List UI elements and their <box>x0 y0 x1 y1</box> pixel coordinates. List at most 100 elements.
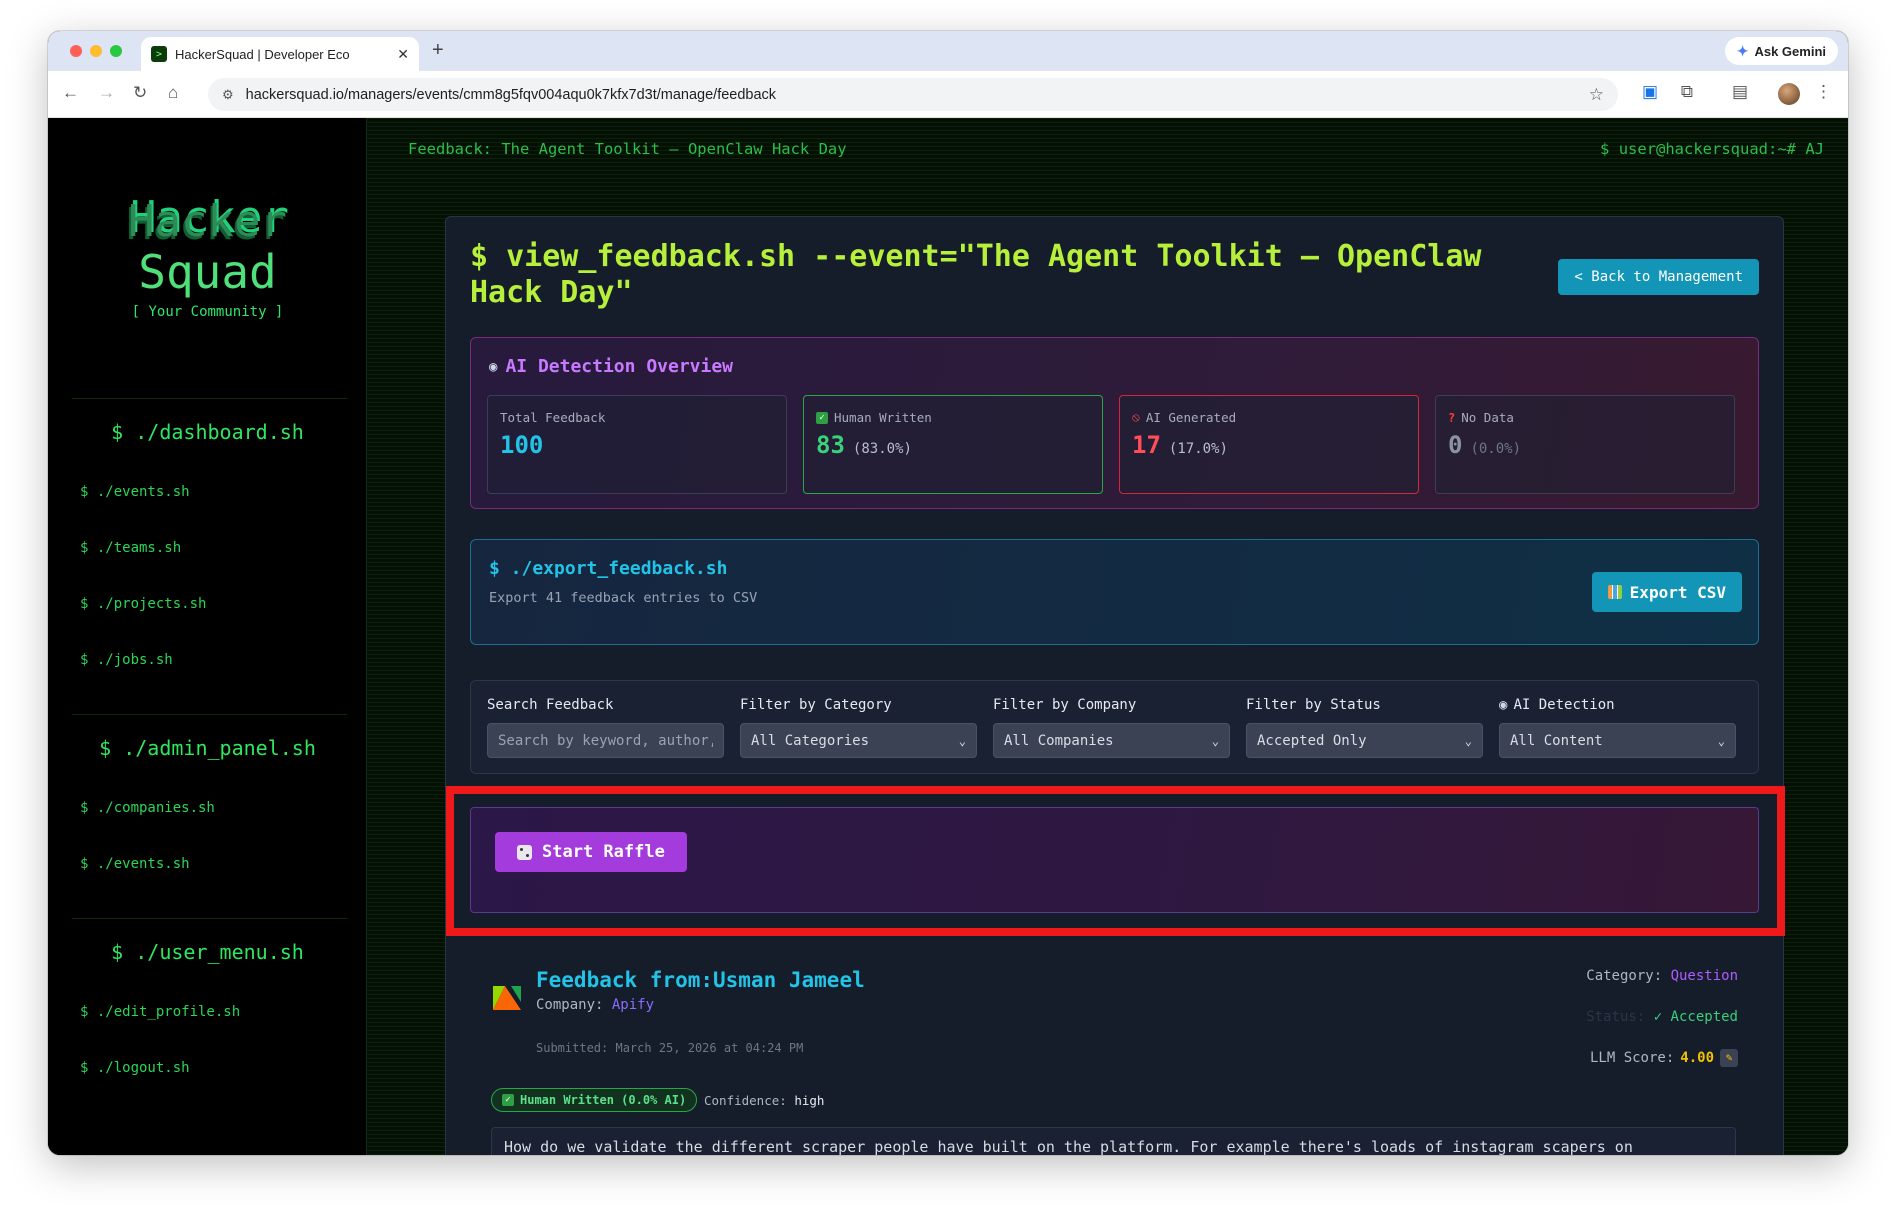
status-badge: ✓ Accepted <box>1653 1009 1738 1025</box>
feedback-author[interactable]: Usman Jameel <box>713 968 865 992</box>
company-link[interactable]: Apify <box>612 997 654 1013</box>
raffle-box: Start Raffle <box>470 807 1759 913</box>
check-icon: ✓ <box>502 1094 514 1106</box>
stat-no-data: ? No Data 0 (0.0%) <box>1435 395 1735 494</box>
browser-toolbar: ← → ↻ ⌂ ⚙ hackersquad.io/managers/events… <box>48 71 1848 118</box>
tab-close-icon[interactable]: ✕ <box>397 46 409 63</box>
search-input[interactable] <box>498 732 713 749</box>
llm-score-label: LLM Score: <box>1589 1050 1675 1066</box>
company-label: Company: <box>536 997 612 1013</box>
browser-tab[interactable]: > HackerSquad | Developer Eco ✕ <box>141 37 419 71</box>
forward-arrow-icon[interactable]: → <box>98 83 115 103</box>
sidebar-item-logout[interactable]: $ ./logout.sh <box>80 1060 190 1076</box>
ai-detection-select[interactable]: All Content ⌄ <box>1499 723 1736 758</box>
sidebar-divider <box>72 398 347 399</box>
status-label: Status: <box>1586 1009 1654 1025</box>
sidebar-item-teams[interactable]: $ ./teams.sh <box>80 540 181 556</box>
search-field-wrapper <box>487 723 724 758</box>
chevron-down-icon: ⌄ <box>1717 733 1725 748</box>
gemini-sparkle-icon: ✦ <box>1736 42 1749 59</box>
pencil-icon[interactable]: ✎ <box>1720 1049 1738 1067</box>
sidebar: Hacker Squad [ Your Community ] $ ./dash… <box>48 118 367 1155</box>
company-selected-value: All Companies <box>1004 732 1114 749</box>
sidebar-section-dashboard[interactable]: $ ./dashboard.sh <box>48 420 367 444</box>
ask-gemini-label: Ask Gemini <box>1754 43 1826 59</box>
page-title: $ view_feedback.sh --event="The Agent To… <box>470 239 1482 310</box>
profile-avatar[interactable] <box>1778 83 1800 105</box>
puzzle-extensions-icon[interactable]: ⧉ <box>1681 82 1693 102</box>
stat-label: AI Generated <box>1145 410 1237 425</box>
category-label: Category: <box>1586 968 1671 984</box>
extension-icon[interactable]: ▣ <box>1642 82 1658 102</box>
stat-label: Total Feedback <box>500 410 606 425</box>
sidebar-section-user-menu[interactable]: $ ./user_menu.sh <box>48 940 367 964</box>
close-window-button[interactable] <box>70 45 82 57</box>
company-select[interactable]: All Companies ⌄ <box>993 723 1230 758</box>
url-text[interactable]: hackersquad.io/managers/events/cmm8g5fqv… <box>246 87 1577 103</box>
chevron-down-icon: ⌄ <box>1464 733 1472 748</box>
new-tab-button[interactable]: + <box>432 39 444 62</box>
status-select[interactable]: Accepted Only ⌄ <box>1246 723 1483 758</box>
sidebar-item-edit-profile[interactable]: $ ./edit_profile.sh <box>80 1004 240 1020</box>
sidebar-item-jobs[interactable]: $ ./jobs.sh <box>80 652 173 668</box>
ai-detection-badge-label: Human Written (0.0% AI) <box>520 1093 687 1107</box>
sidebar-item-companies[interactable]: $ ./companies.sh <box>80 800 215 816</box>
stat-ai-generated: ⦸ AI Generated 17 (17.0%) <box>1119 395 1419 494</box>
confidence-value: high <box>794 1093 825 1108</box>
feedback-title-prefix: Feedback from: <box>536 968 714 992</box>
more-menu-icon[interactable]: ⋮ <box>1815 82 1832 102</box>
export-csv-button[interactable]: Export CSV <box>1591 572 1742 612</box>
stat-percentage: (0.0%) <box>1470 441 1522 457</box>
address-bar[interactable]: ⚙ hackersquad.io/managers/events/cmm8g5f… <box>208 78 1618 111</box>
sidebar-item-events[interactable]: $ ./events.sh <box>80 484 190 500</box>
sidebar-item-projects[interactable]: $ ./projects.sh <box>80 596 206 612</box>
status-selected-value: Accepted Only <box>1257 732 1367 749</box>
logo-line-2: Squad <box>138 245 277 299</box>
stat-value: 0 <box>1448 431 1463 459</box>
category-label: Filter by Category <box>740 697 892 713</box>
dice-icon <box>517 844 532 860</box>
robot-icon: ◉ <box>1499 697 1508 713</box>
user-prompt[interactable]: $ user@hackersquad:~# AJ <box>1600 140 1824 158</box>
category-select[interactable]: All Categories ⌄ <box>740 723 977 758</box>
company-label: Filter by Company <box>993 697 1137 713</box>
reload-icon[interactable]: ↻ <box>133 83 147 103</box>
chevron-down-icon: ⌄ <box>958 733 966 748</box>
sidebar-item-admin-events[interactable]: $ ./events.sh <box>80 856 190 872</box>
prohibited-icon: ⦸ <box>1132 410 1140 424</box>
feedback-category: Category: Question <box>1586 968 1738 984</box>
bookmark-star-icon[interactable]: ☆ <box>1589 85 1604 105</box>
home-icon[interactable]: ⌂ <box>168 83 178 103</box>
start-raffle-label: Start Raffle <box>542 842 665 862</box>
company-logo-icon <box>493 986 521 1010</box>
export-title: $ ./export_feedback.sh <box>489 558 728 579</box>
status-label: Filter by Status <box>1246 697 1381 713</box>
tab-title: HackerSquad | Developer Eco <box>175 46 350 62</box>
company-filter: Filter by Company All Companies ⌄ <box>993 697 1230 758</box>
back-to-management-button[interactable]: < Back to Management <box>1558 259 1759 295</box>
site-info-icon[interactable]: ⚙ <box>222 87 234 103</box>
page-header-title: Feedback: The Agent Toolkit — OpenClaw H… <box>408 140 847 158</box>
search-filter: Search Feedback <box>487 697 724 758</box>
export-csv-label: Export CSV <box>1629 582 1726 602</box>
search-label: Search Feedback <box>487 697 614 713</box>
ai-detection-label: AI Detection <box>1513 697 1615 713</box>
start-raffle-button[interactable]: Start Raffle <box>495 832 687 872</box>
side-panel-icon[interactable]: ▤ <box>1732 82 1748 102</box>
web-page: Hacker Squad [ Your Community ] $ ./dash… <box>48 118 1848 1155</box>
sidebar-divider <box>72 918 347 919</box>
question-icon: ? <box>1448 410 1456 425</box>
sidebar-section-admin-panel[interactable]: $ ./admin_panel.sh <box>48 736 367 760</box>
ai-detection-title-text: AI Detection Overview <box>505 356 734 377</box>
export-feedback-box: $ ./export_feedback.sh Export 41 feedbac… <box>470 539 1759 645</box>
ask-gemini-button[interactable]: ✦ Ask Gemini <box>1724 37 1838 65</box>
main-content: Feedback: The Agent Toolkit — OpenClaw H… <box>367 118 1848 1155</box>
minimize-window-button[interactable] <box>90 45 102 57</box>
stat-total-feedback: Total Feedback 100 <box>487 395 787 494</box>
maximize-window-button[interactable] <box>110 45 122 57</box>
ai-detection-overview: ◉ AI Detection Overview Total Feedback 1… <box>470 337 1759 509</box>
site-logo[interactable]: Hacker Squad [ Your Community ] <box>48 198 367 321</box>
back-arrow-icon[interactable]: ← <box>62 83 79 103</box>
feedback-heading: Feedback from: Usman Jameel <box>536 968 865 992</box>
terminal-favicon-icon: > <box>151 46 167 62</box>
